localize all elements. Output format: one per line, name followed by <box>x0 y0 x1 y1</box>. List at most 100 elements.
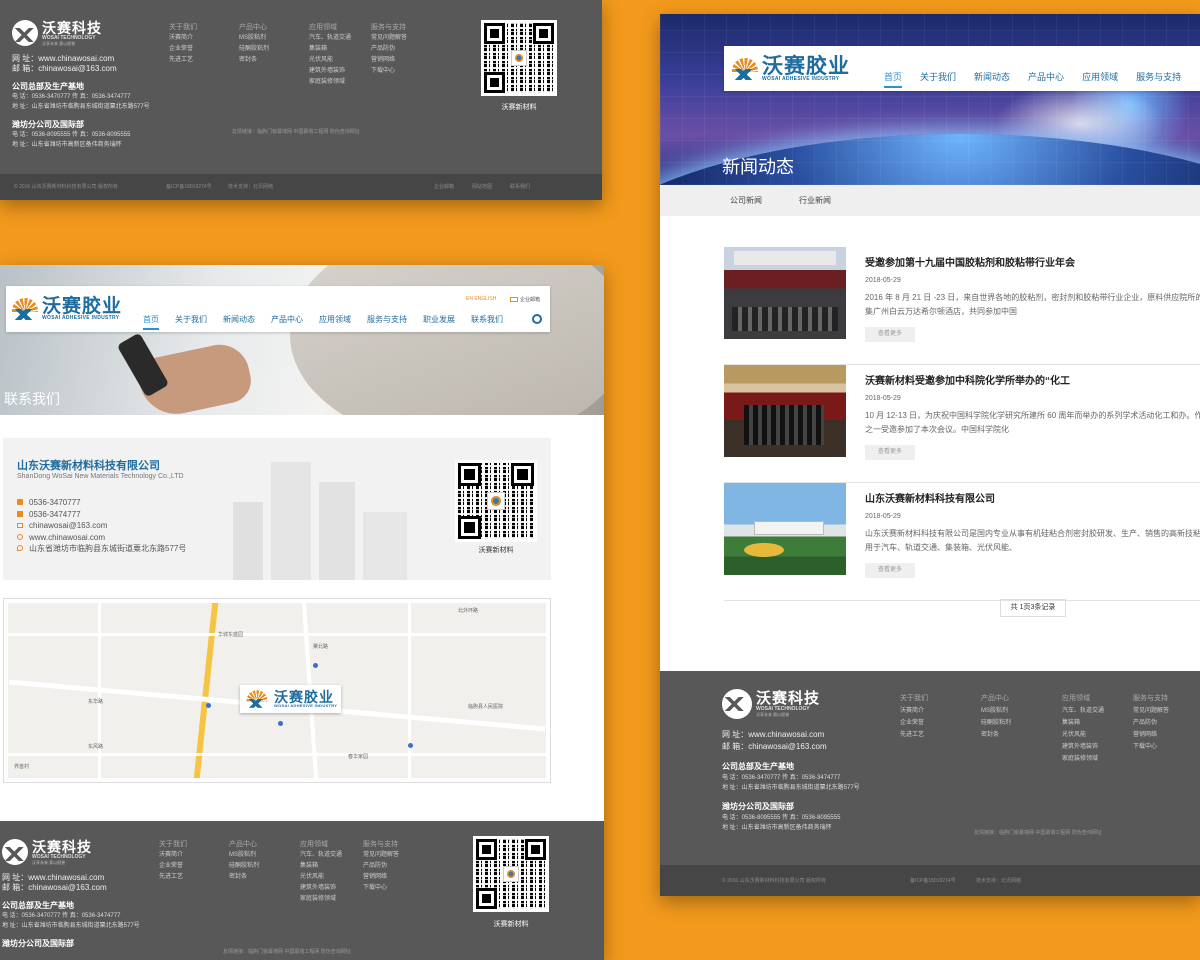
footer-link[interactable]: 硅酮胶粘剂 <box>229 861 259 872</box>
nav-item-about[interactable]: 关于我们 <box>175 314 207 330</box>
footer-col-head[interactable]: 关于我们 <box>159 839 187 850</box>
footer-link[interactable]: 光伏风能 <box>300 872 342 883</box>
footer-link[interactable]: 先进工艺 <box>900 729 928 741</box>
footer-link[interactable]: 硅酮胶粘剂 <box>239 44 269 55</box>
footer-link[interactable]: 集装箱 <box>1062 717 1104 729</box>
nav-item-careers[interactable]: 职业发展 <box>423 314 455 330</box>
nav-item-news[interactable]: 新闻动态 <box>974 70 1010 88</box>
mail-label[interactable]: 企业邮箱 <box>520 297 540 303</box>
nav-item-applications[interactable]: 应用领域 <box>319 314 351 330</box>
footer-link[interactable]: 企业荣誉 <box>159 861 187 872</box>
lang-switch[interactable]: EN ENGLISH <box>466 296 496 302</box>
nav-item-support[interactable]: 服务与支持 <box>367 314 407 330</box>
footer-col-head[interactable]: 关于我们 <box>900 693 928 705</box>
news-thumbnail[interactable] <box>724 247 846 339</box>
footer-link[interactable]: 建筑外墙装饰 <box>1062 741 1104 753</box>
tab-company-news[interactable]: 公司新闻 <box>730 195 762 206</box>
footer-tech[interactable]: 技术支持：北讯网络 <box>976 877 1021 884</box>
footer-link[interactable]: 硅酮胶粘剂 <box>981 717 1011 729</box>
footer-link[interactable]: 沃赛简介 <box>900 705 928 717</box>
lang-en-label[interactable]: EN ENGLISH <box>466 296 496 302</box>
footer-col-head[interactable]: 应用领域 <box>1062 693 1104 705</box>
location-map[interactable]: 沃赛胶业 WOSAI ADHESIVE INDUSTRY 北外环路 粟北路 东华… <box>3 598 551 783</box>
contact-brand-logo[interactable]: 沃赛胶业 WOSAI ADHESIVE INDUSTRY <box>12 297 122 321</box>
footer-friend-links[interactable]: 友情链接：临朐门窗幕墙网 中国幕墙工程网 防伪查询网址 <box>223 948 351 955</box>
footer-link[interactable]: 光伏风能 <box>309 55 351 66</box>
nav-item-about[interactable]: 关于我们 <box>920 70 956 88</box>
footer-friend-links[interactable]: 友情链接：临朐门窗幕墙网 中国幕墙工程网 防伪查询网址 <box>974 829 1102 836</box>
news-title[interactable]: 沃赛新材料受邀参加中科院化学所举办的“化工 <box>865 372 1070 387</box>
read-more-button[interactable]: 查看更多 <box>865 445 915 460</box>
footer-link[interactable]: 产品防伪 <box>371 44 407 55</box>
nav-item-home[interactable]: 首页 <box>884 70 903 88</box>
footer-link[interactable]: 汽车、轨道交通 <box>309 33 351 44</box>
footer-link[interactable]: 产品防伪 <box>363 861 399 872</box>
footer-link[interactable]: 家庭装修领域 <box>1062 753 1104 765</box>
footer-link[interactable]: 先进工艺 <box>169 55 197 66</box>
footer-col-head[interactable]: 应用领域 <box>309 22 351 33</box>
search-icon[interactable] <box>532 314 542 324</box>
footer-email[interactable]: 邮 箱：chinawosai@163.com <box>2 883 202 893</box>
footer-link[interactable]: 汽车、轨道交通 <box>300 850 342 861</box>
footer-link[interactable]: 密封条 <box>229 872 259 883</box>
news-title[interactable]: 山东沃赛新材料科技有限公司 <box>865 490 995 505</box>
footer-link[interactable]: 企业荣誉 <box>169 44 197 55</box>
footer-col-head[interactable]: 服务与支持 <box>371 22 407 33</box>
footer-link[interactable]: MS胶粘剂 <box>229 850 259 861</box>
contact-email[interactable]: chinawosai@163.com <box>29 521 107 530</box>
nav-item-products[interactable]: 产品中心 <box>1028 70 1064 88</box>
mail-link[interactable]: 企业邮箱 <box>510 296 540 303</box>
footer-link[interactable]: 沃赛简介 <box>169 33 197 44</box>
footer-icp[interactable]: 备ICP备18019274号 <box>166 183 212 190</box>
nav-item-applications[interactable]: 应用领域 <box>1082 70 1118 88</box>
nav-item-support[interactable]: 服务与支持 <box>1136 70 1181 88</box>
contact-phone[interactable]: 0536-3470777 <box>29 498 81 507</box>
read-more-button[interactable]: 查看更多 <box>865 563 915 578</box>
footer-friend-links[interactable]: 友情链接：临朐门窗幕墙网 中国幕墙工程网 防伪查询网址 <box>232 128 360 135</box>
tab-industry-news[interactable]: 行业新闻 <box>799 195 831 206</box>
footer-link[interactable]: 常见问题解答 <box>363 850 399 861</box>
footer-link[interactable]: 常见问题解答 <box>1133 705 1169 717</box>
footer-link[interactable]: 企业荣誉 <box>900 717 928 729</box>
footer-col-head[interactable]: 产品中心 <box>229 839 259 850</box>
nav-item-products[interactable]: 产品中心 <box>271 314 303 330</box>
footer-link[interactable]: 集装箱 <box>300 861 342 872</box>
map-marker[interactable]: 沃赛胶业 WOSAI ADHESIVE INDUSTRY <box>240 685 342 713</box>
footer-bottom-link[interactable]: 联系我们 <box>510 183 530 190</box>
footer-link[interactable]: MS胶粘剂 <box>239 33 269 44</box>
footer-link[interactable]: 沃赛简介 <box>159 850 187 861</box>
footer-email[interactable]: 邮 箱：chinawosai@163.com <box>722 741 942 753</box>
footer-col-head[interactable]: 关于我们 <box>169 22 197 33</box>
footer-link[interactable]: 常见问题解答 <box>371 33 407 44</box>
footer-link[interactable]: 下载中心 <box>363 883 399 894</box>
footer-link[interactable]: 先进工艺 <box>159 872 187 883</box>
footer-link[interactable]: 下载中心 <box>371 66 407 77</box>
contact-website[interactable]: www.chinawosai.com <box>29 533 105 542</box>
news-thumbnail[interactable] <box>724 483 846 575</box>
footer-link[interactable]: 营销网络 <box>371 55 407 66</box>
footer-bottom-link[interactable]: 企业邮箱 <box>434 183 454 190</box>
footer-link[interactable]: 光伏风能 <box>1062 729 1104 741</box>
pagination[interactable]: 共 1页3条记录 <box>1000 599 1066 617</box>
footer-link[interactable]: 建筑外墙装饰 <box>300 883 342 894</box>
footer-col-head[interactable]: 产品中心 <box>239 22 269 33</box>
footer-bottom-link[interactable]: 网站地图 <box>472 183 492 190</box>
footer-link[interactable]: 密封条 <box>239 55 269 66</box>
footer-link[interactable]: MS胶粘剂 <box>981 705 1011 717</box>
news-brand-logo[interactable]: 沃赛胶业 WOSAI ADHESIVE INDUSTRY <box>732 56 850 82</box>
footer-link[interactable]: 产品防伪 <box>1133 717 1169 729</box>
footer-link[interactable]: 密封条 <box>981 729 1011 741</box>
news-title[interactable]: 受邀参加第十九届中国胶粘剂和胶粘带行业年会 <box>865 254 1075 269</box>
news-item[interactable]: 受邀参加第十九届中国胶粘剂和胶粘带行业年会 2018-05-29 2016 年 … <box>724 247 1200 365</box>
contact-fax[interactable]: 0536-3474777 <box>29 510 81 519</box>
footer-link[interactable]: 汽车、轨道交通 <box>1062 705 1104 717</box>
news-thumbnail[interactable] <box>724 365 846 457</box>
news-item[interactable]: 山东沃赛新材料科技有限公司 2018-05-29 山东沃赛新材料科技有限公司是国… <box>724 483 1200 601</box>
nav-item-contact[interactable]: 联系我们 <box>471 314 503 330</box>
footer-icp[interactable]: 备ICP备18019274号 <box>910 877 956 884</box>
footer-link[interactable]: 营销网络 <box>363 872 399 883</box>
news-item[interactable]: 沃赛新材料受邀参加中科院化学所举办的“化工 2018-05-29 10 月 12… <box>724 365 1200 483</box>
footer-link[interactable]: 家庭装修领域 <box>309 77 351 88</box>
footer-link[interactable]: 营销网络 <box>1133 729 1169 741</box>
footer-link[interactable]: 家庭装修领域 <box>300 894 342 905</box>
